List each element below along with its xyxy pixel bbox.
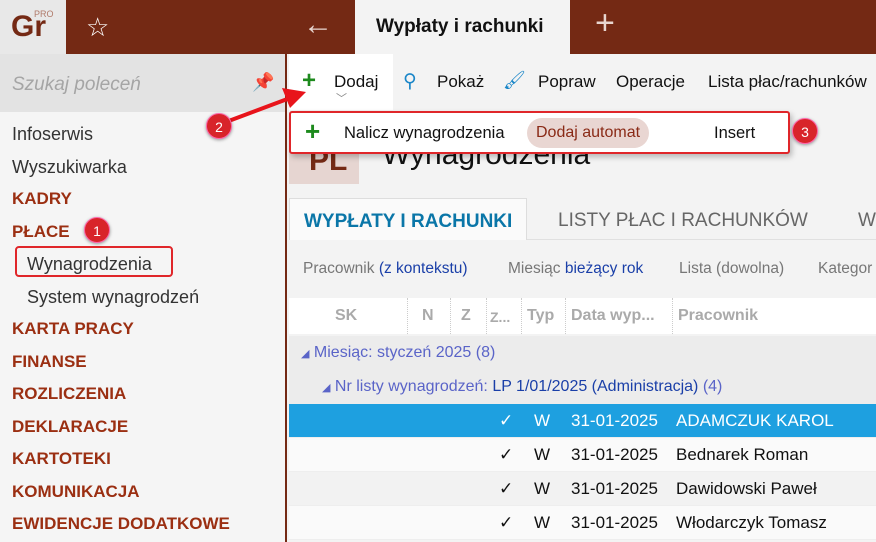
annotation-badge-3: 3	[792, 118, 818, 144]
annotation-badge-1: 1	[84, 217, 110, 243]
annotation-badge-2: 2	[206, 113, 232, 139]
annotation-arrow	[225, 88, 306, 124]
